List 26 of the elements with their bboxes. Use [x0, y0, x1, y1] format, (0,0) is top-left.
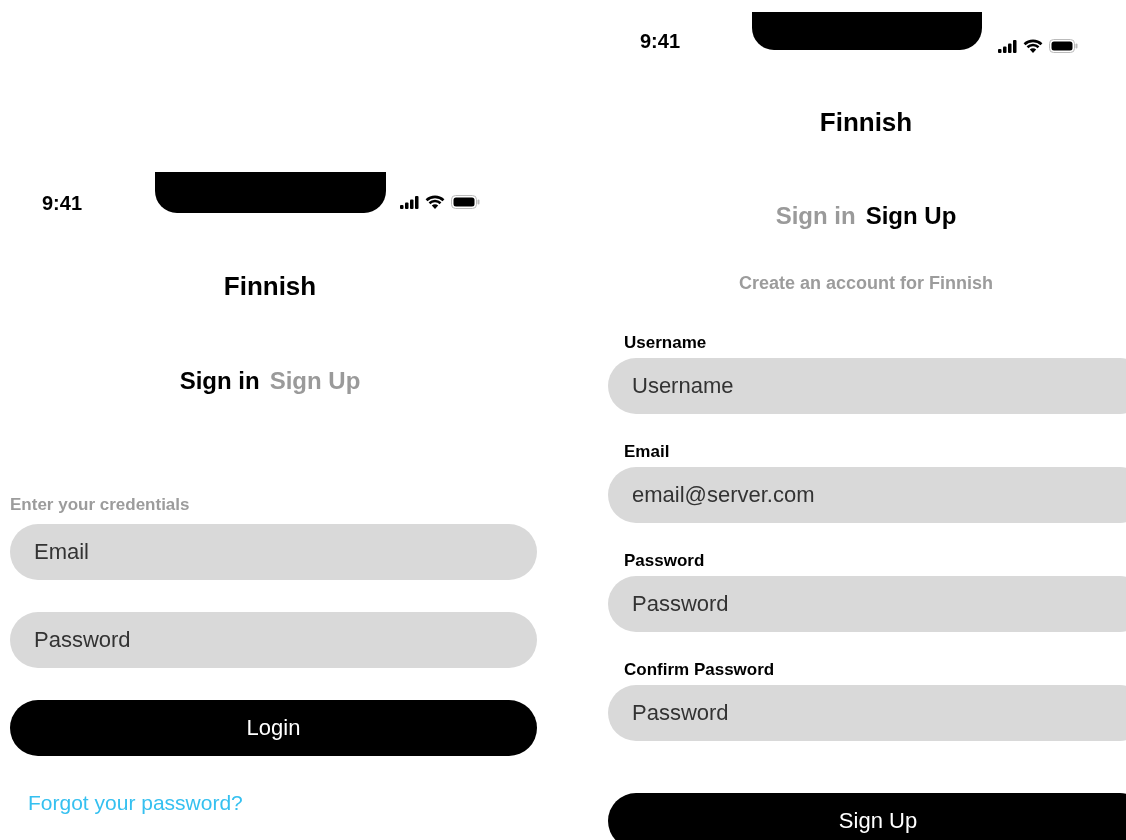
input-field[interactable]: Username: [608, 358, 1126, 414]
field-label: Username: [623, 333, 708, 353]
field-label: Confirm Password: [623, 660, 776, 680]
status-time: 9:41: [640, 30, 681, 52]
battery-icon: [451, 195, 480, 209]
input-field[interactable]: Password: [608, 576, 1126, 632]
input-field[interactable]: Email: [10, 524, 537, 580]
submit-button[interactable]: Login: [10, 700, 537, 756]
input-field[interactable]: email@server.com: [608, 467, 1126, 523]
input-field[interactable]: Password: [608, 685, 1126, 741]
app-title: Finnish: [222, 270, 318, 302]
tab[interactable]: Sign Up: [865, 201, 957, 231]
battery-icon: [1049, 39, 1078, 53]
app-title: Finnish: [818, 106, 914, 138]
field-label: Password: [623, 551, 706, 571]
tab[interactable]: Sign in: [179, 366, 260, 396]
signal-icon: [998, 39, 1017, 53]
form-prompt: Enter your credentials: [9, 494, 190, 516]
input-field[interactable]: Password: [10, 612, 537, 668]
signal-icon: [400, 195, 419, 209]
submit-button[interactable]: Sign Up: [608, 793, 1126, 840]
wifi-icon: [425, 195, 445, 209]
status-time: 9:41: [42, 192, 83, 214]
form-prompt: Create an account for Finnish: [738, 272, 993, 294]
field-label: Email: [623, 442, 671, 462]
wifi-icon: [1023, 39, 1043, 53]
